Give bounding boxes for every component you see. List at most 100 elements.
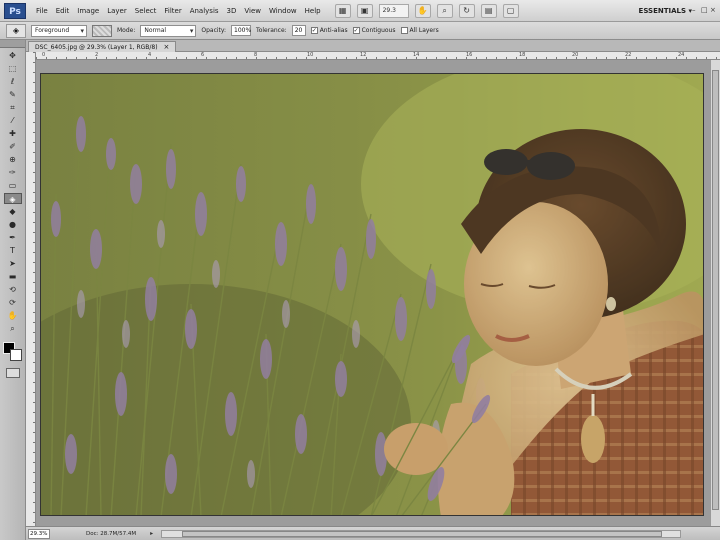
screen-mode-icon[interactable]: ▢ bbox=[502, 3, 519, 18]
status-bar: 29.3% Doc: 28.7M/57.4M ▸ bbox=[26, 526, 720, 540]
contiguous-label: Contiguous bbox=[361, 27, 396, 34]
pattern-picker[interactable] bbox=[92, 24, 112, 37]
close-icon[interactable]: × bbox=[164, 43, 170, 51]
tolerance-field[interactable]: 20 bbox=[291, 25, 306, 36]
antialias-label: Anti-alias bbox=[319, 27, 348, 34]
zoom-tool-icon[interactable]: ⌕ bbox=[4, 323, 22, 334]
eyedropper-tool-icon[interactable]: ⁄ bbox=[4, 115, 22, 126]
document-size-info: Doc: 28.7M/57.4M bbox=[86, 530, 137, 537]
paint-bucket-tool-icon[interactable]: ◈ bbox=[3, 193, 22, 204]
menu-layer[interactable]: Layer bbox=[103, 0, 131, 22]
quick-mask-button[interactable] bbox=[5, 368, 20, 378]
maximize-icon[interactable]: □ bbox=[701, 5, 708, 15]
document-tab-title: DSC_6405.jpg @ 29.3% (Layer 1, RGB/8) bbox=[35, 44, 158, 51]
contiguous-checkbox[interactable]: ✓ Contiguous bbox=[352, 27, 396, 34]
status-zoom-field[interactable]: 29.3% bbox=[28, 528, 50, 539]
paint-bucket-preset-icon[interactable]: ◈ bbox=[6, 23, 26, 38]
menu-file[interactable]: File bbox=[32, 0, 52, 22]
brush-tool-icon[interactable]: ✐ bbox=[4, 141, 22, 152]
ruler-number: 16 bbox=[466, 52, 473, 58]
dodge-tool-icon[interactable]: ● bbox=[4, 219, 22, 230]
shape-tool-icon[interactable]: ▬ bbox=[4, 271, 22, 282]
opacity-label: Opacity: bbox=[201, 27, 227, 34]
healing-tool-icon[interactable]: ✚ bbox=[4, 128, 22, 139]
clone-tool-icon[interactable]: ⊕ bbox=[4, 154, 22, 165]
all-layers-label: All Layers bbox=[409, 27, 439, 34]
menu-analysis[interactable]: Analysis bbox=[186, 0, 223, 22]
photoshop-logo: Ps bbox=[4, 2, 26, 19]
hand-tool-icon[interactable]: ✋ bbox=[4, 310, 22, 321]
opacity-field[interactable]: 100% bbox=[231, 25, 251, 36]
ruler-number: 22 bbox=[625, 52, 632, 58]
ruler-number: 24 bbox=[678, 52, 685, 58]
ruler-number: 6 bbox=[201, 52, 205, 58]
menu-edit[interactable]: Edit bbox=[52, 0, 74, 22]
lasso-tool-icon[interactable]: ℓ bbox=[4, 76, 22, 87]
document-canvas[interactable] bbox=[36, 60, 720, 526]
marquee-tool-icon[interactable]: ⬚ bbox=[4, 63, 22, 74]
window-controls: – □ × bbox=[692, 5, 716, 15]
mode-select[interactable]: Normal bbox=[140, 24, 197, 37]
ruler-number: 20 bbox=[572, 52, 579, 58]
menu-view[interactable]: View bbox=[240, 0, 265, 22]
menu-bar: File Edit Image Layer Select Filter Anal… bbox=[32, 0, 325, 22]
all-layers-checkbox[interactable]: All Layers bbox=[400, 27, 439, 34]
toolbox: ✥ ⬚ ℓ ✎ ⌗ ⁄ ✚ ✐ ⊕ ✑ ▭ ◈ ◆ ● ✒ T ➤ ▬ ⟲ ⟳ … bbox=[0, 40, 26, 540]
horizontal-ruler[interactable] bbox=[36, 52, 720, 60]
ruler-number: 10 bbox=[307, 52, 314, 58]
application-bar: Ps File Edit Image Layer Select Filter A… bbox=[0, 0, 720, 22]
bridge-icon[interactable]: ▦ bbox=[334, 3, 351, 18]
pen-tool-icon[interactable]: ✒ bbox=[4, 232, 22, 243]
eraser-tool-icon[interactable]: ▭ bbox=[4, 180, 22, 191]
photo-illustration bbox=[41, 74, 703, 515]
menu-image[interactable]: Image bbox=[73, 0, 103, 22]
vertical-scrollbar[interactable] bbox=[710, 60, 720, 526]
move-tool-icon[interactable]: ✥ bbox=[4, 50, 22, 61]
blur-tool-icon[interactable]: ◆ bbox=[4, 206, 22, 217]
horizontal-scroll-thumb[interactable] bbox=[182, 530, 663, 537]
ruler-number: 18 bbox=[519, 52, 526, 58]
menu-window[interactable]: Window bbox=[265, 0, 301, 22]
vertical-scroll-thumb[interactable] bbox=[712, 70, 719, 510]
checkmark-icon: ✓ bbox=[352, 27, 360, 34]
fill-source-select[interactable]: Foreground bbox=[31, 24, 87, 37]
tool-options-bar: ◈ Foreground Mode: Normal Opacity: 100% … bbox=[0, 22, 720, 40]
ruler-number: 0 bbox=[42, 52, 46, 58]
type-tool-icon[interactable]: T bbox=[4, 245, 22, 256]
arrange-documents-icon[interactable]: ▤ bbox=[480, 3, 497, 18]
background-color-swatch[interactable] bbox=[9, 349, 22, 361]
status-menu-arrow-icon[interactable]: ▸ bbox=[150, 530, 153, 537]
mode-label: Mode: bbox=[117, 27, 136, 34]
quick-select-tool-icon[interactable]: ✎ bbox=[4, 89, 22, 100]
mini-bridge-icon[interactable]: ▣ bbox=[356, 3, 373, 18]
menu-help[interactable]: Help bbox=[301, 0, 325, 22]
antialias-checkbox[interactable]: ✓ Anti-alias bbox=[310, 27, 348, 34]
document-tab[interactable]: DSC_6405.jpg @ 29.3% (Layer 1, RGB/8) × bbox=[28, 41, 177, 52]
menu-select[interactable]: Select bbox=[131, 0, 161, 22]
3d-camera-tool-icon[interactable]: ⟳ bbox=[4, 297, 22, 308]
zoom-level-field[interactable]: 29.3 bbox=[378, 3, 409, 18]
rotate-view-icon[interactable]: ↻ bbox=[458, 3, 475, 18]
empty-checkbox-icon bbox=[400, 27, 408, 34]
zoom-tool-icon[interactable]: ⌕ bbox=[436, 3, 453, 18]
ruler-number: 14 bbox=[413, 52, 420, 58]
3d-rotate-tool-icon[interactable]: ⟲ bbox=[4, 284, 22, 295]
color-swatches[interactable] bbox=[2, 342, 23, 362]
workspace-switcher[interactable]: ESSENTIALS ▾ bbox=[639, 0, 692, 22]
close-window-icon[interactable]: × bbox=[710, 5, 716, 15]
ruler-number: 4 bbox=[148, 52, 152, 58]
crop-tool-icon[interactable]: ⌗ bbox=[4, 102, 22, 113]
ruler-number: 12 bbox=[360, 52, 367, 58]
application-tools: ▦ ▣ 29.3 ✋ ⌕ ↻ ▤ ▢ bbox=[334, 3, 519, 18]
menu-3d[interactable]: 3D bbox=[223, 0, 241, 22]
hand-tool-icon[interactable]: ✋ bbox=[414, 3, 431, 18]
document-tab-strip: DSC_6405.jpg @ 29.3% (Layer 1, RGB/8) × bbox=[26, 40, 720, 52]
minimize-icon[interactable]: – bbox=[692, 5, 698, 15]
menu-filter[interactable]: Filter bbox=[160, 0, 185, 22]
vertical-ruler[interactable] bbox=[26, 52, 36, 526]
history-brush-tool-icon[interactable]: ✑ bbox=[4, 167, 22, 178]
path-select-tool-icon[interactable]: ➤ bbox=[4, 258, 22, 269]
photo-woman-smelling-lavender[interactable] bbox=[40, 73, 704, 516]
horizontal-scrollbar[interactable] bbox=[161, 529, 682, 538]
toolbox-grip[interactable] bbox=[0, 40, 25, 48]
